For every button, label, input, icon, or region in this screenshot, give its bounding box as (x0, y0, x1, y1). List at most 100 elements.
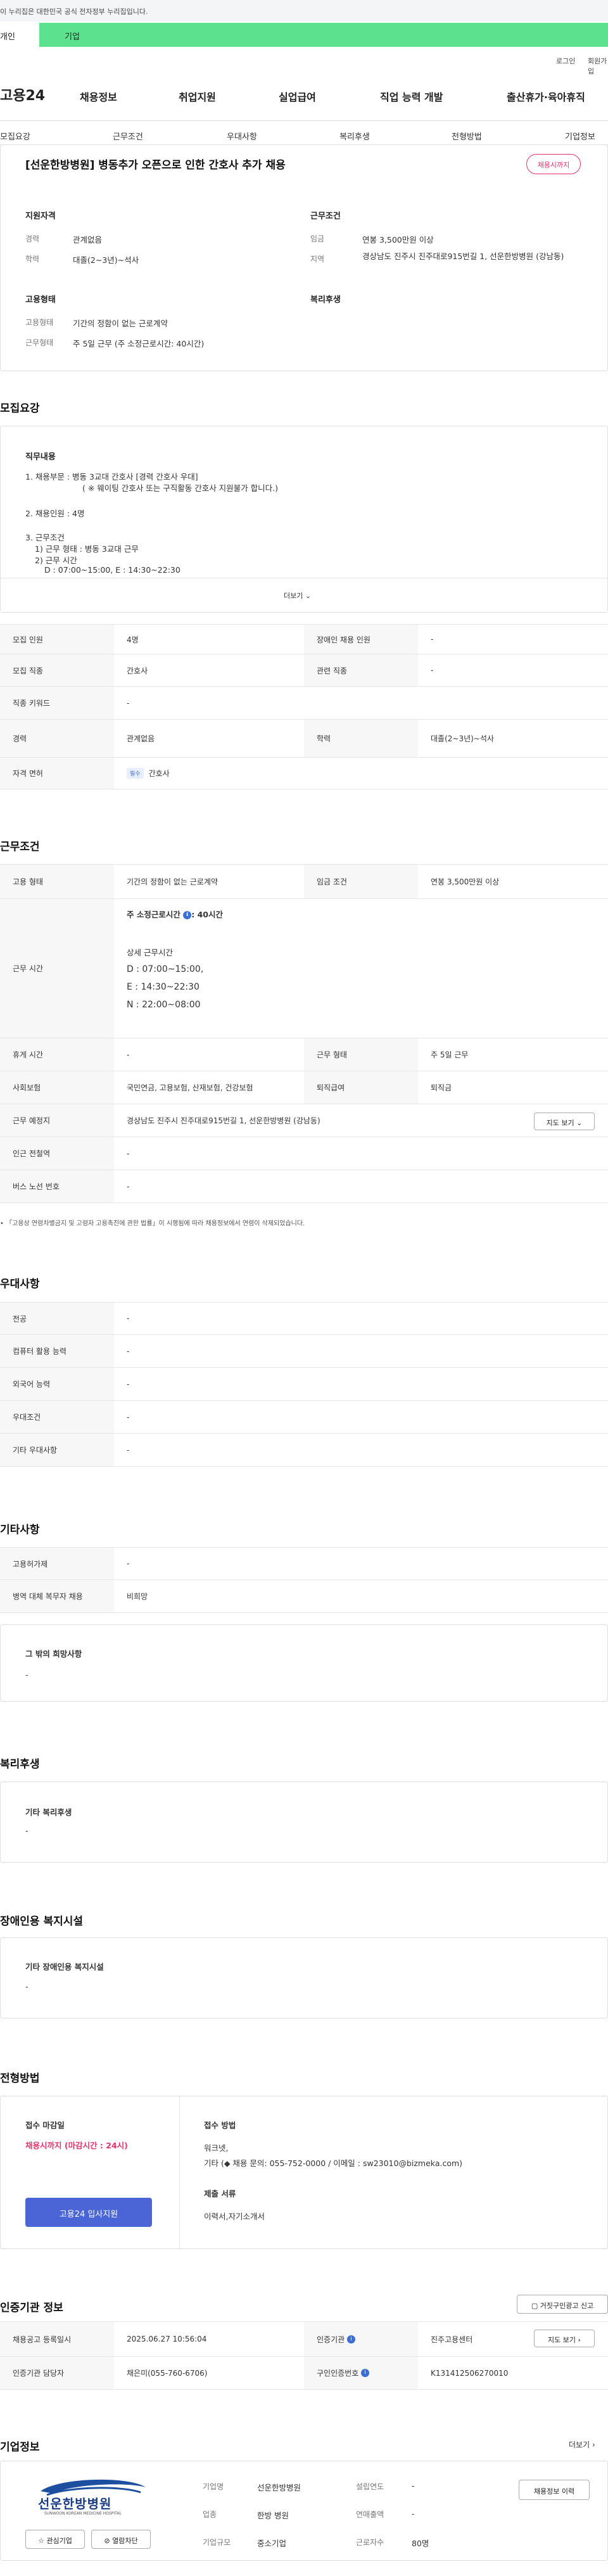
row-value: 비희망 (127, 1592, 148, 1601)
row-label: 인근 전철역 (0, 1137, 114, 1170)
welfare-title: 복리후생 (310, 295, 341, 305)
chevron-right-icon: › (578, 2336, 581, 2344)
row-value: 진주고용센터 (431, 2335, 473, 2344)
row-value: 간호사 (127, 666, 148, 675)
row-label: 휴게 시간 (0, 1038, 114, 1071)
row-label: 경력 (0, 720, 114, 757)
deadline-value: 채용시까지 (마감시간 : 24시) (25, 2141, 128, 2150)
row-value: 연봉 3,500만원 이상 (431, 877, 500, 886)
row-value: 주 5일 근무 (431, 1050, 469, 1059)
table-row: 전공 - (0, 1302, 608, 1335)
row-label: 컴퓨터 활용 능력 (0, 1335, 114, 1367)
nav-employment-support[interactable]: 취업지원 (179, 89, 216, 104)
row-value: - (127, 1412, 130, 1422)
section-recruit: 모집요강 (0, 402, 40, 415)
job-history-button[interactable]: 채용정보 이력 (519, 2480, 590, 2500)
subnav-recruit[interactable]: 모집요강 (0, 130, 30, 142)
chevron-down-icon: ⌄ (576, 1119, 583, 1127)
company-industry-label: 업종 (203, 2510, 217, 2519)
disability-value: - (25, 1982, 28, 1991)
cond-title: 근무조건 (310, 212, 341, 221)
row-label: 학력 (304, 720, 418, 757)
row-label: 임금 조건 (304, 865, 418, 898)
welfare-other-title: 기타 복리후생 (25, 1808, 72, 1817)
subnav-process[interactable]: 전형방법 (452, 130, 482, 142)
nav-leave[interactable]: 출산휴가·육아휴직 (507, 89, 585, 104)
tab-company[interactable]: 기업 (39, 23, 608, 47)
more-button[interactable]: 더보기 ⌄ (284, 590, 311, 601)
report-fake-ad-button[interactable]: ▢ 거짓구인광고 신고 (517, 2295, 608, 2314)
favorite-company-button[interactable]: ☆ 관심기업 (25, 2530, 85, 2549)
login-link[interactable]: 로그인 (556, 56, 575, 66)
map-view-button[interactable]: 지도 보기 ⌄ (534, 1113, 595, 1130)
table-row: 버스 노선 번호 - (0, 1170, 608, 1203)
welfare-card (0, 1782, 608, 1863)
table-row: 근무 예정지 경상남도 진주시 진주대로915번길 1, 선운한방병원 (강남동… (0, 1104, 608, 1137)
row-value: - (127, 1314, 130, 1323)
table-row: 고용허가제 - (0, 1547, 608, 1580)
docs-value: 이력서,자기소개서 (204, 2212, 265, 2221)
block-view-button[interactable]: ⊘ 열람차단 (91, 2530, 151, 2549)
row-label: 퇴직급여 (304, 1071, 418, 1104)
table-row: 컴퓨터 활용 능력 - (0, 1335, 608, 1368)
chevron-right-icon: › (592, 2440, 595, 2449)
row-label: 고용허가제 (0, 1548, 114, 1579)
subnav-company[interactable]: 기업정보 (565, 130, 595, 142)
wage-label: 임금 (310, 234, 325, 243)
row-value: 대졸(2~3년)~석사 (431, 734, 494, 743)
subnav-welfare[interactable]: 복리후생 (339, 130, 370, 142)
company-employees-label: 근로자수 (356, 2538, 384, 2547)
row-label: 직종 키워드 (0, 687, 114, 719)
star-icon: ☆ (38, 2537, 44, 2545)
tab-personal[interactable]: 개인 (0, 23, 39, 47)
company-year-label: 설립연도 (356, 2482, 384, 2491)
nav-unemployment[interactable]: 실업급여 (279, 89, 316, 104)
agency-map-button[interactable]: 지도 보기 › (534, 2330, 595, 2347)
deadline-title: 접수 마감일 (25, 2120, 65, 2130)
row-label: 근무 시간 (0, 899, 114, 1038)
info-icon[interactable]: i (183, 911, 192, 919)
company-size-label: 기업규모 (203, 2538, 231, 2547)
disability-card (0, 1937, 608, 2018)
info-icon[interactable]: i (347, 2335, 355, 2343)
job-desc-line: D : 07:00~15:00, E : 14:30~22:30 (44, 565, 180, 575)
row-value: - (127, 698, 130, 708)
subnav-preferences[interactable]: 우대사항 (227, 130, 257, 142)
row-value: 퇴직금 (431, 1083, 452, 1092)
row-value: 2025.06.27 10:56:04 (127, 2335, 207, 2343)
age-law-note: • 「고용상 연령차별금지 및 고령자 고용촉진에 관한 법률」이 시행됨에 따… (0, 1220, 305, 1227)
detail-hours-title: 상세 근무시간 (127, 948, 173, 957)
row-value: K131412506270010 (431, 2368, 509, 2378)
apply-button[interactable]: 고용24 입사지원 (25, 2198, 152, 2227)
row-label: 관련 직종 (304, 654, 418, 686)
table-row: 직종 키워드 - (0, 687, 608, 720)
section-company: 기업정보 (0, 2441, 40, 2454)
nav-training[interactable]: 직업 능력 개발 (380, 89, 443, 104)
section-welfare: 복리후생 (0, 1758, 40, 1771)
row-label: 우대조건 (0, 1401, 114, 1433)
required-tag: 필수 (127, 768, 144, 779)
shift-day: D : 07:00~15:00, (127, 964, 204, 974)
nav-jobs[interactable]: 채용정보 (80, 89, 117, 104)
emp-title: 고용형태 (25, 295, 56, 305)
qual-title: 지원자격 (25, 212, 56, 221)
row-label: 근무 형태 (304, 1038, 418, 1071)
table-row: 사회보험 국민연금, 고용보험, 산재보험, 건강보험 퇴직급여 퇴직금 (0, 1071, 608, 1104)
section-etc: 기타사항 (0, 1524, 40, 1536)
process-divider (179, 2096, 180, 2248)
table-row: 기타 우대사항 - (0, 1434, 608, 1467)
other-wishes-value: - (25, 1670, 28, 1680)
row-label: 사회보험 (0, 1071, 114, 1104)
subnav-conditions[interactable]: 근무조건 (113, 130, 143, 142)
job-title: [선운한방병원] 병동추가 오픈으로 인한 간호사 추가 채용 (25, 159, 286, 172)
table-row: 고용 형태 기간의 정함이 없는 근로계약 임금 조건 연봉 3,500만원 이… (0, 864, 608, 899)
site-logo[interactable]: 고용24 (0, 84, 45, 105)
company-more-link[interactable]: 더보기 › (569, 2439, 595, 2450)
info-icon[interactable]: i (361, 2369, 370, 2377)
table-row: 경력 관계없음 학력 대졸(2~3년)~석사 (0, 720, 608, 758)
company-logo-subtext: SUNWOON KOREAN MEDICINE HOSPITAL (44, 2511, 122, 2516)
other-wishes-card (0, 1624, 608, 1702)
row-value: - (127, 1182, 130, 1191)
job-desc-line: 3. 근무조건 (25, 533, 65, 542)
signup-link[interactable]: 회원가입 (588, 56, 608, 76)
